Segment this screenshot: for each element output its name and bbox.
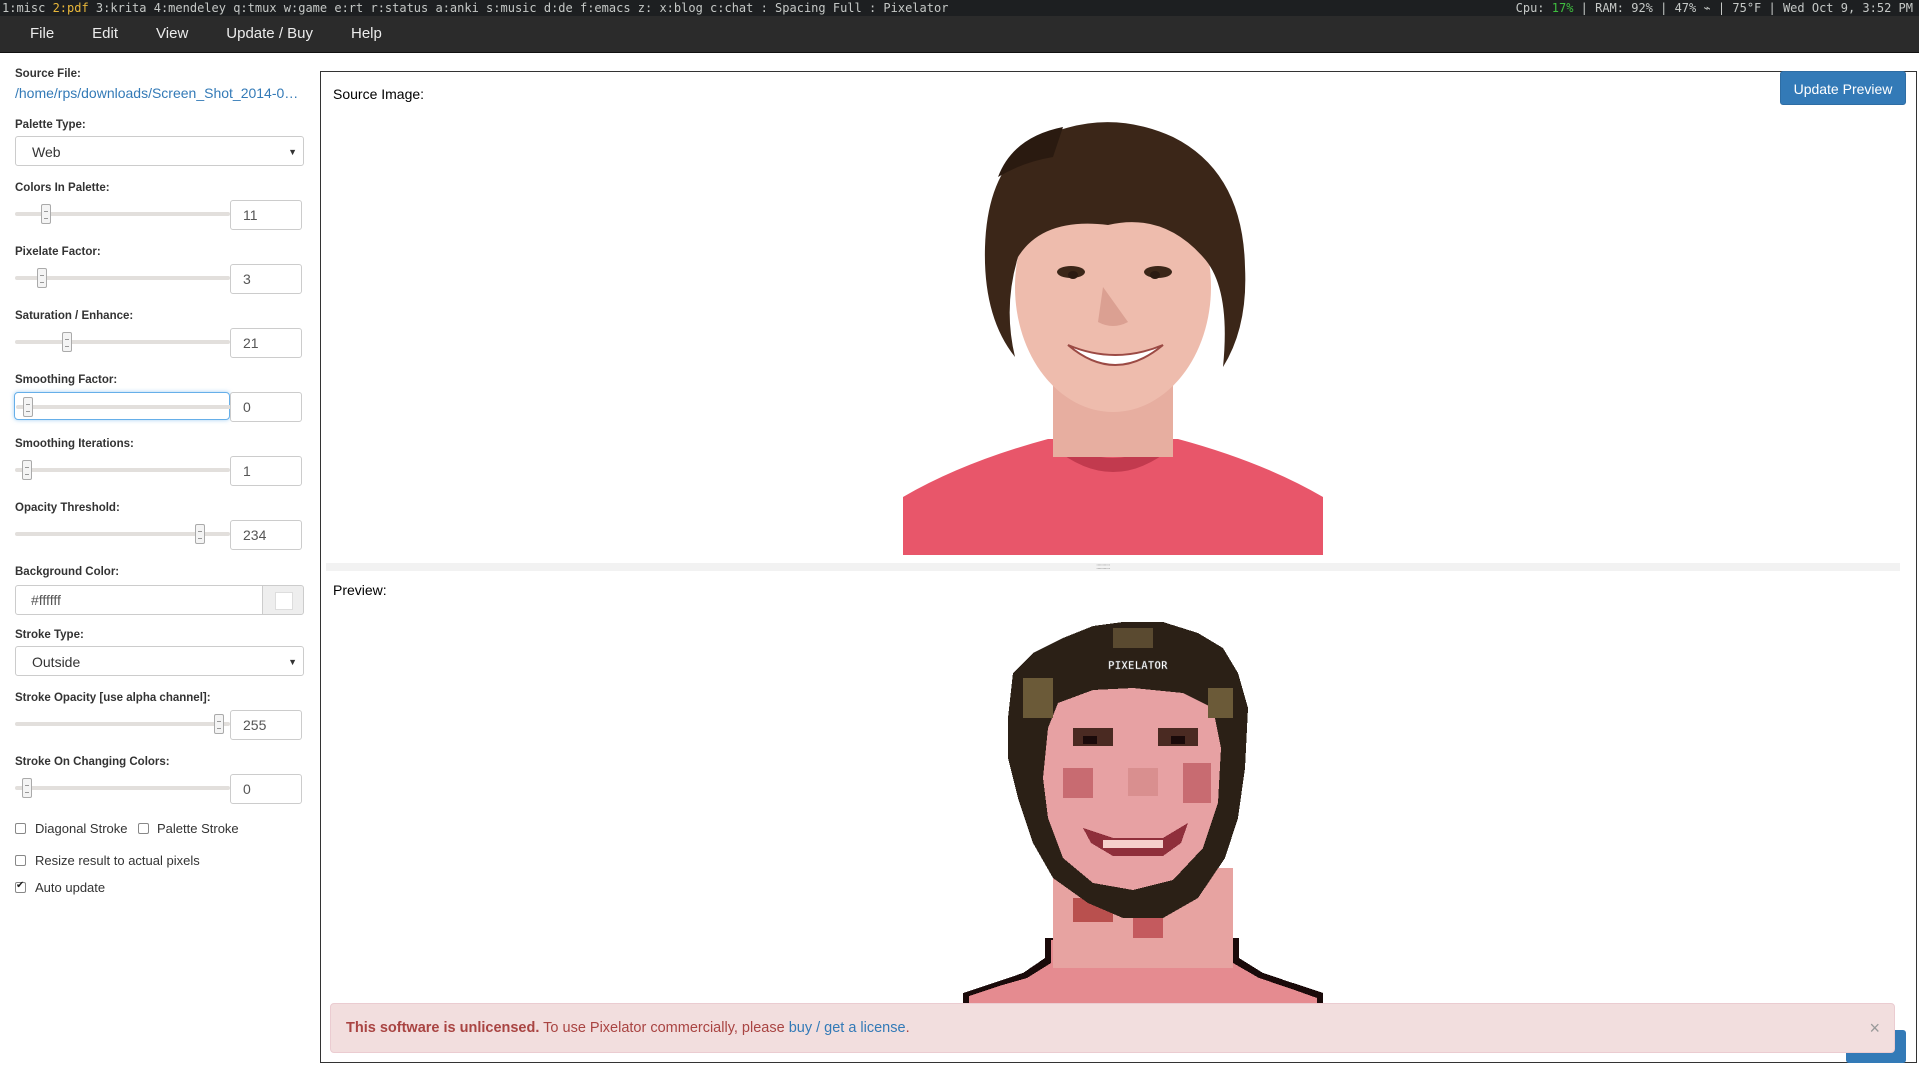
slider-thumb[interactable]	[23, 397, 33, 417]
palette-type-value: Web	[32, 144, 61, 160]
active-workspace: 2:pdf	[52, 1, 89, 15]
opacity-threshold-label: Opacity Threshold:	[15, 502, 120, 514]
buy-license-link[interactable]: buy / get a license	[789, 1020, 906, 1036]
background-color-input[interactable]: #ffffff	[15, 585, 263, 615]
license-alert: This software is unlicensed. To use Pixe…	[330, 1003, 1895, 1053]
pixelate-factor-slider[interactable]	[14, 264, 230, 292]
auto-update-checkbox[interactable]	[15, 880, 26, 893]
slider-thumb[interactable]	[41, 204, 52, 224]
smoothing-iterations-label: Smoothing Iterations:	[15, 438, 134, 450]
slider-track	[16, 405, 231, 409]
stroke-changing-colors-input[interactable]: 0	[230, 774, 302, 804]
chevron-down-icon: ▼	[288, 657, 297, 667]
palette-type-select[interactable]: Web ▼	[15, 136, 304, 166]
source-file-label: Source File:	[15, 68, 81, 80]
workspace-list: 1:misc 2:pdf 3:krita 4:mendeley q:tmux w…	[2, 0, 948, 16]
slider-thumb[interactable]	[214, 714, 224, 734]
palette-stroke-checkbox[interactable]	[138, 823, 149, 834]
resize-actual-pixels-label: Resize result to actual pixels	[35, 853, 200, 868]
stroke-changing-colors-label: Stroke On Changing Colors:	[15, 756, 170, 768]
stroke-opacity-input[interactable]: 255	[230, 710, 302, 740]
preview-image: PIXELATOR	[963, 622, 1323, 1003]
workspace-labels: 1:misc	[2, 1, 53, 15]
source-image-title: Source Image:	[333, 86, 425, 102]
opacity-threshold-slider[interactable]	[14, 520, 230, 548]
slider-thumb[interactable]	[22, 778, 32, 798]
window-title: 3:krita 4:mendeley q:tmux w:game e:rt r:…	[88, 1, 949, 15]
slider-track	[15, 722, 230, 726]
smoothing-iterations-slider[interactable]	[14, 456, 230, 484]
color-swatch	[275, 592, 293, 610]
alert-text: To use Pixelator commercially, please	[539, 1020, 789, 1036]
preview-title: Preview:	[333, 582, 387, 598]
colors-in-palette-label: Colors In Palette:	[15, 182, 110, 194]
saturation-slider[interactable]	[14, 328, 230, 356]
smoothing-factor-label: Smoothing Factor:	[15, 374, 118, 386]
menu-file[interactable]: File	[0, 16, 73, 52]
auto-update-label: Auto update	[35, 880, 106, 895]
stroke-opacity-label: Stroke Opacity [use alpha channel]:	[15, 692, 211, 704]
menu-bar: File Edit View Update / Buy Help	[0, 16, 1919, 53]
update-preview-button[interactable]: Update Preview	[1780, 71, 1906, 105]
slider-track	[15, 786, 230, 790]
colors-in-palette-input[interactable]: 11	[230, 200, 302, 230]
stroke-changing-colors-slider[interactable]	[14, 774, 230, 802]
palette-stroke-label: Palette Stroke	[157, 821, 239, 836]
smoothing-iterations-input[interactable]: 1	[230, 456, 302, 486]
background-color-label: Background Color:	[15, 566, 120, 578]
diagonal-stroke-checkbox[interactable]	[15, 823, 26, 834]
smoothing-factor-input[interactable]: 0	[230, 392, 302, 422]
stroke-type-select[interactable]: Outside ▼	[15, 646, 304, 676]
slider-thumb[interactable]	[194, 524, 205, 544]
source-image	[903, 117, 1323, 555]
saturation-label: Saturation / Enhance:	[15, 310, 134, 322]
saturation-input[interactable]: 21	[230, 328, 302, 358]
menu-help[interactable]: Help	[332, 16, 401, 52]
slider-thumb[interactable]	[62, 332, 73, 352]
background-color-picker[interactable]	[262, 585, 304, 615]
opacity-threshold-input[interactable]: 234	[230, 520, 302, 550]
system-stats: | RAM: 92% | 47% ⌁ | 75°F | Wed Oct 9, 3…	[1573, 1, 1913, 15]
slider-track	[15, 276, 230, 280]
system-status-bar: 1:misc 2:pdf 3:krita 4:mendeley q:tmux w…	[0, 0, 1919, 16]
source-file-link[interactable]: /home/rps/downloads/Screen_Shot_2014-05-…	[15, 85, 305, 101]
slider-track	[15, 468, 230, 472]
palette-type-label: Palette Type:	[15, 119, 86, 131]
stroke-opacity-slider[interactable]	[14, 710, 230, 738]
menu-edit[interactable]: Edit	[73, 16, 137, 52]
alert-end: .	[905, 1020, 910, 1036]
pixelate-factor-label: Pixelate Factor:	[15, 246, 101, 258]
menu-view[interactable]: View	[137, 16, 207, 52]
cpu-label: Cpu:	[1515, 1, 1552, 15]
pixelate-factor-input[interactable]: 3	[230, 264, 302, 294]
resize-actual-pixels-checkbox[interactable]	[15, 855, 26, 866]
system-info: Cpu: 17% | RAM: 92% | 47% ⌁ | 75°F | Wed…	[1516, 0, 1913, 16]
drag-handle-icon[interactable]: :::::::::::	[1096, 563, 1110, 571]
diagonal-stroke-label: Diagonal Stroke	[35, 821, 128, 836]
stroke-type-label: Stroke Type:	[15, 629, 84, 641]
stroke-type-value: Outside	[32, 654, 81, 670]
smoothing-factor-slider[interactable]	[14, 392, 231, 420]
colors-in-palette-slider[interactable]	[14, 200, 230, 228]
menu-update-buy[interactable]: Update / Buy	[207, 16, 332, 52]
alert-strong: This software is unlicensed.	[346, 1020, 540, 1036]
cpu-value: 17%	[1551, 1, 1574, 15]
panel-splitter[interactable]: :::::::::::	[326, 563, 1900, 571]
slider-track	[15, 340, 230, 344]
preview-watermark: PIXELATOR	[1108, 659, 1168, 672]
slider-thumb[interactable]	[37, 268, 48, 288]
close-icon[interactable]: ×	[1869, 1004, 1880, 1052]
chevron-down-icon: ▼	[288, 147, 297, 157]
slider-thumb[interactable]	[22, 460, 32, 480]
